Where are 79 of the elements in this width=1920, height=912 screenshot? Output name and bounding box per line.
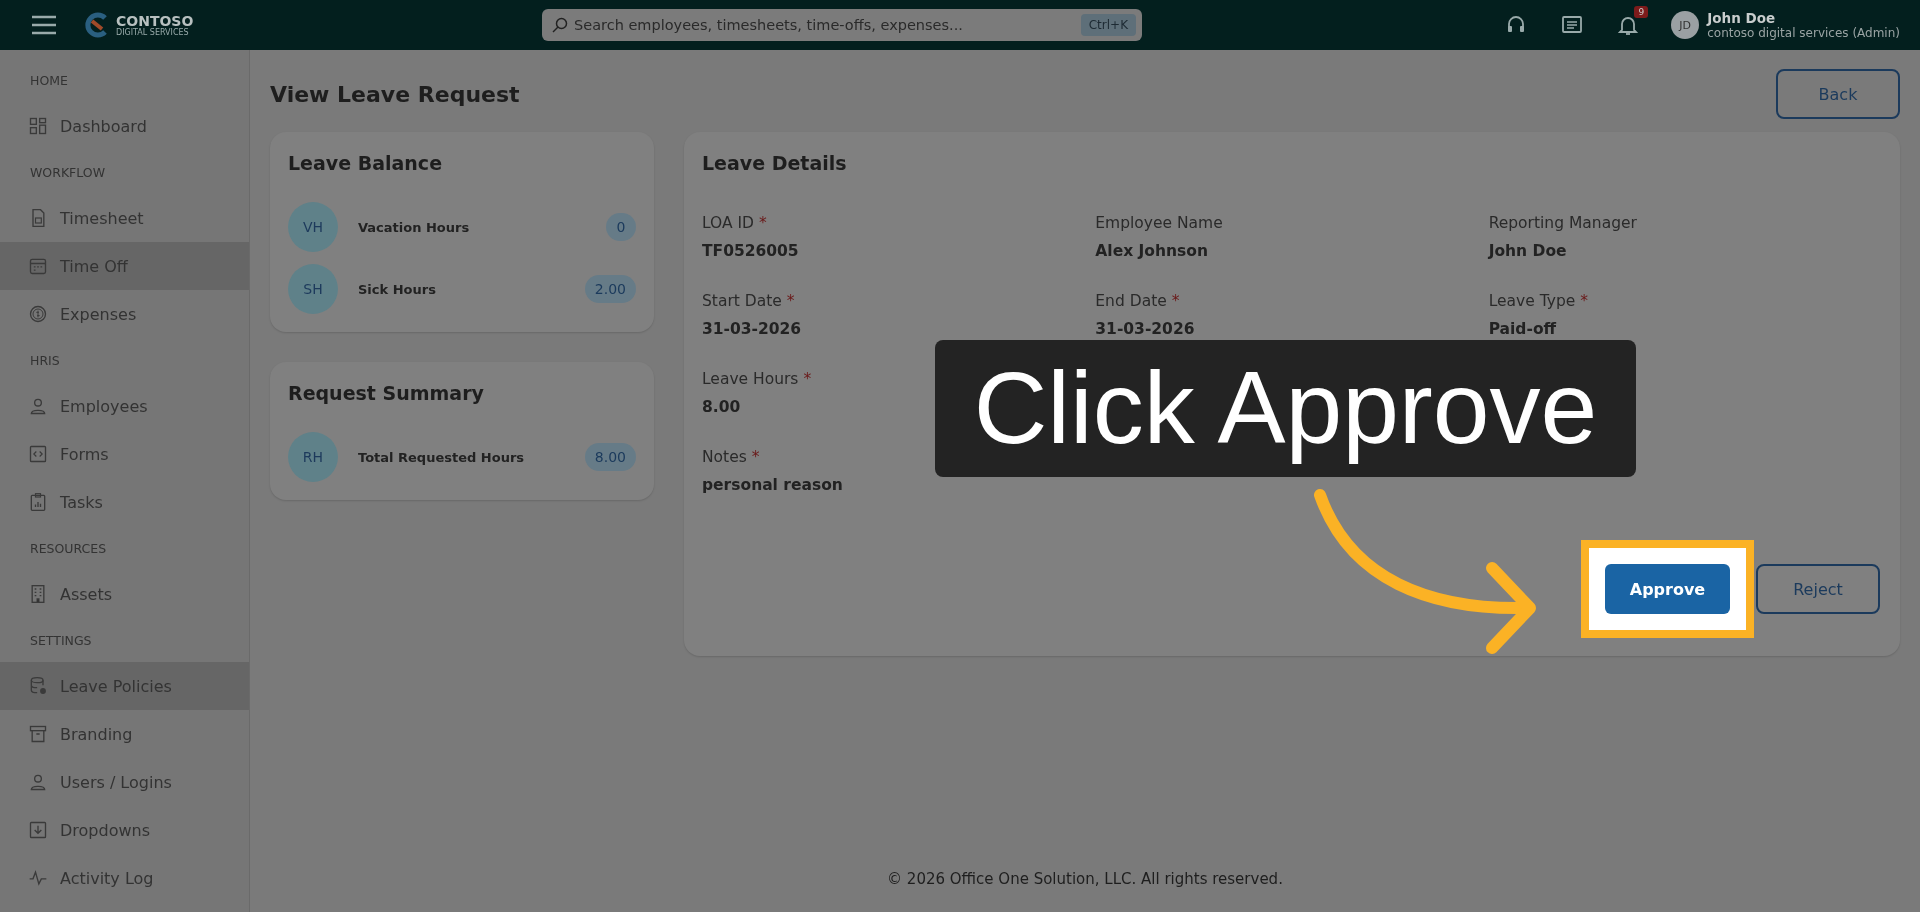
card-title: Leave Details bbox=[701, 151, 848, 174]
balance-label: Vacation Hours bbox=[358, 219, 471, 235]
sidebar-item[interactable]: Expenses bbox=[0, 290, 249, 338]
nav-icon bbox=[28, 772, 48, 792]
required-mark: * bbox=[759, 214, 767, 232]
card-title: Leave Balance bbox=[287, 151, 443, 174]
bell-icon[interactable] bbox=[1617, 14, 1640, 36]
nav-icon bbox=[28, 256, 48, 276]
section-heading: RESOURCES bbox=[29, 539, 108, 558]
required-mark: * bbox=[1580, 292, 1588, 310]
nav-icon bbox=[28, 396, 48, 416]
sidebar-item[interactable]: Employees bbox=[0, 382, 249, 430]
field-value: 31-03-2026 bbox=[702, 320, 803, 338]
reject-button[interactable]: Reject bbox=[1756, 564, 1880, 614]
menu-icon[interactable] bbox=[30, 14, 58, 36]
sidebar-item[interactable]: Tasks bbox=[0, 478, 249, 526]
logo-tagline: DIGITAL SERVICES bbox=[116, 27, 190, 37]
sidebar-item[interactable]: Assets bbox=[0, 570, 249, 618]
nav-icon bbox=[28, 724, 48, 744]
section-heading: HRIS bbox=[29, 351, 61, 370]
user-avatar[interactable]: JD bbox=[1671, 11, 1700, 39]
initials-avatar: RH bbox=[288, 432, 338, 482]
back-button[interactable]: Back bbox=[1776, 69, 1900, 119]
sidebar-item[interactable]: Dropdowns bbox=[0, 806, 249, 854]
field-label: End Date bbox=[1095, 292, 1167, 310]
copyright-text: © 2026 Office One Solution, LLC. All rights reserved. bbox=[886, 870, 1284, 890]
logo-icon bbox=[84, 12, 110, 38]
field-value: 8.00 bbox=[702, 398, 742, 416]
nav-icon bbox=[28, 868, 48, 888]
sidebar-item[interactable]: Users / Logins bbox=[0, 758, 249, 806]
field-value: 31-03-2026 bbox=[1095, 320, 1196, 338]
approve-button[interactable]: Approve bbox=[1605, 564, 1730, 614]
sidebar-item[interactable]: Dashboard bbox=[0, 102, 249, 150]
field-label: Leave Type bbox=[1488, 292, 1576, 310]
nav-icon bbox=[28, 304, 48, 324]
field-value: John Doe bbox=[1488, 242, 1568, 260]
initials-avatar: VH bbox=[288, 202, 338, 252]
balance-label: Sick Hours bbox=[358, 281, 437, 297]
instruction-callout: Click Approve bbox=[935, 340, 1636, 477]
nav-icon bbox=[28, 820, 48, 840]
field-value: personal reason bbox=[702, 476, 844, 494]
field-label: Leave Hours bbox=[702, 370, 799, 388]
hours-pill: 2.00 bbox=[584, 275, 636, 303]
nav-icon bbox=[28, 444, 48, 464]
logo-name: CONTOSO bbox=[116, 13, 194, 28]
sidebar-item[interactable]: Activity Log bbox=[0, 854, 249, 902]
field-label: Employee Name bbox=[1095, 214, 1223, 232]
notification-badge: 9 bbox=[1634, 6, 1649, 18]
shortcut-hint: Ctrl+K bbox=[1080, 14, 1136, 36]
field-value: TF0526005 bbox=[702, 242, 800, 260]
initials-avatar: SH bbox=[288, 264, 338, 314]
hours-pill: 0 bbox=[606, 213, 636, 241]
section-heading: HOME bbox=[29, 71, 69, 90]
nav-icon bbox=[28, 492, 48, 512]
required-mark: * bbox=[1171, 292, 1180, 310]
user-organization: contoso digital services (Admin) bbox=[1707, 26, 1900, 40]
message-icon[interactable] bbox=[1561, 14, 1584, 36]
field-label: Reporting Manager bbox=[1488, 214, 1637, 232]
nav-icon bbox=[28, 676, 48, 696]
balance-label: Total Requested Hours bbox=[358, 449, 526, 465]
search-icon bbox=[552, 17, 568, 33]
nav-icon bbox=[28, 116, 48, 136]
field-label: LOA ID bbox=[702, 214, 755, 232]
card-title: Request Summary bbox=[287, 381, 485, 404]
sidebar-item[interactable]: Branding bbox=[0, 710, 249, 758]
user-name: John Doe bbox=[1707, 10, 1777, 26]
sidebar-item[interactable]: Forms bbox=[0, 430, 249, 478]
required-mark: * bbox=[786, 292, 795, 310]
field-value: Paid-off bbox=[1488, 320, 1558, 338]
field-label: Start Date bbox=[702, 292, 782, 310]
required-mark: * bbox=[751, 448, 760, 466]
field-value: Alex Johnson bbox=[1095, 242, 1209, 260]
field-label: Notes bbox=[702, 448, 747, 466]
section-heading: WORKFLOW bbox=[29, 163, 106, 182]
required-mark: * bbox=[803, 370, 812, 388]
section-heading: SETTINGS bbox=[29, 631, 93, 650]
hours-pill: 8.00 bbox=[584, 443, 636, 471]
page-title: View Leave Request bbox=[270, 81, 520, 107]
sidebar-item[interactable]: Timesheet bbox=[0, 194, 249, 242]
